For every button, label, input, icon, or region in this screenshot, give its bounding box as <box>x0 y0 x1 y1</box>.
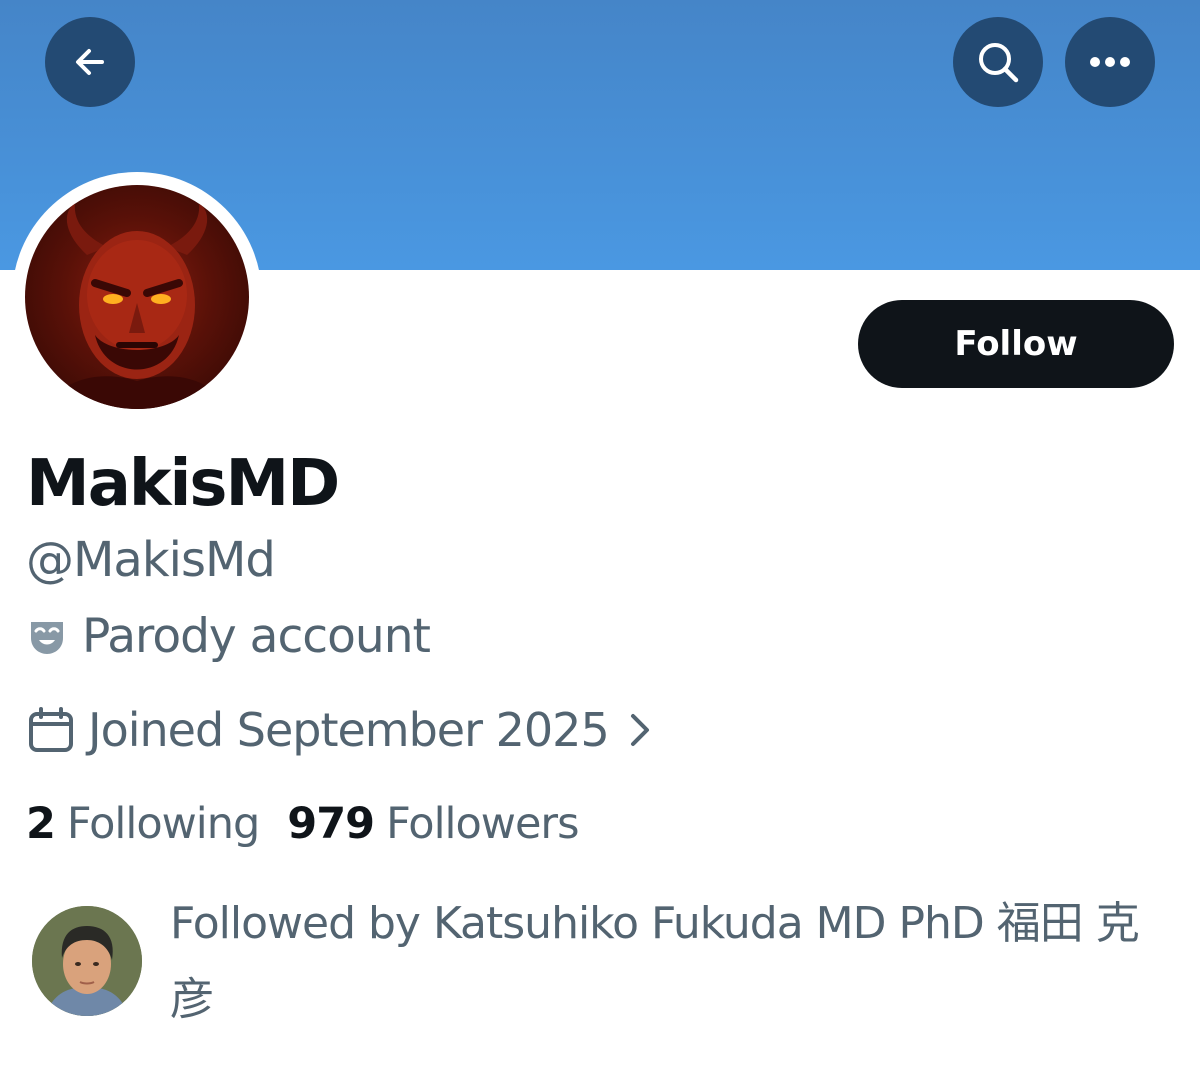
chevron-right-icon <box>629 712 651 748</box>
profile-handle: @MakisMd <box>26 532 276 588</box>
search-button[interactable] <box>953 17 1043 107</box>
search-icon <box>975 39 1021 85</box>
followed-by-row[interactable]: Followed by Katsuhiko Fukuda MD PhD 福田 克… <box>30 886 1180 1026</box>
follower-avatar <box>32 906 142 1016</box>
calendar-icon <box>26 705 76 755</box>
profile-avatar-frame <box>12 172 262 422</box>
display-name: MakisMD <box>26 447 340 521</box>
followers-label: Followers <box>386 799 579 849</box>
followed-by-text: Followed by Katsuhiko Fukuda MD PhD 福田 克… <box>170 898 1140 1025</box>
following-label: Following <box>66 799 260 849</box>
following-stat[interactable]: 2 Following <box>26 799 260 849</box>
theater-mask-icon <box>26 615 68 657</box>
parody-label: Parody account <box>82 608 431 664</box>
following-count: 2 <box>26 799 56 849</box>
joined-date: Joined September 2025 <box>88 703 610 757</box>
arrow-left-icon <box>70 42 110 82</box>
parody-label-row: Parody account <box>26 608 431 664</box>
followers-count: 979 <box>287 799 375 849</box>
follow-button[interactable]: Follow <box>858 300 1174 388</box>
more-options-button[interactable] <box>1065 17 1155 107</box>
joined-date-row[interactable]: Joined September 2025 <box>26 702 651 758</box>
followers-stat[interactable]: 979 Followers <box>287 799 579 849</box>
profile-avatar[interactable] <box>25 185 249 409</box>
more-horizontal-icon <box>1088 55 1132 69</box>
back-button[interactable] <box>45 17 135 107</box>
follow-stats: 2 Following 979 Followers <box>26 796 579 852</box>
